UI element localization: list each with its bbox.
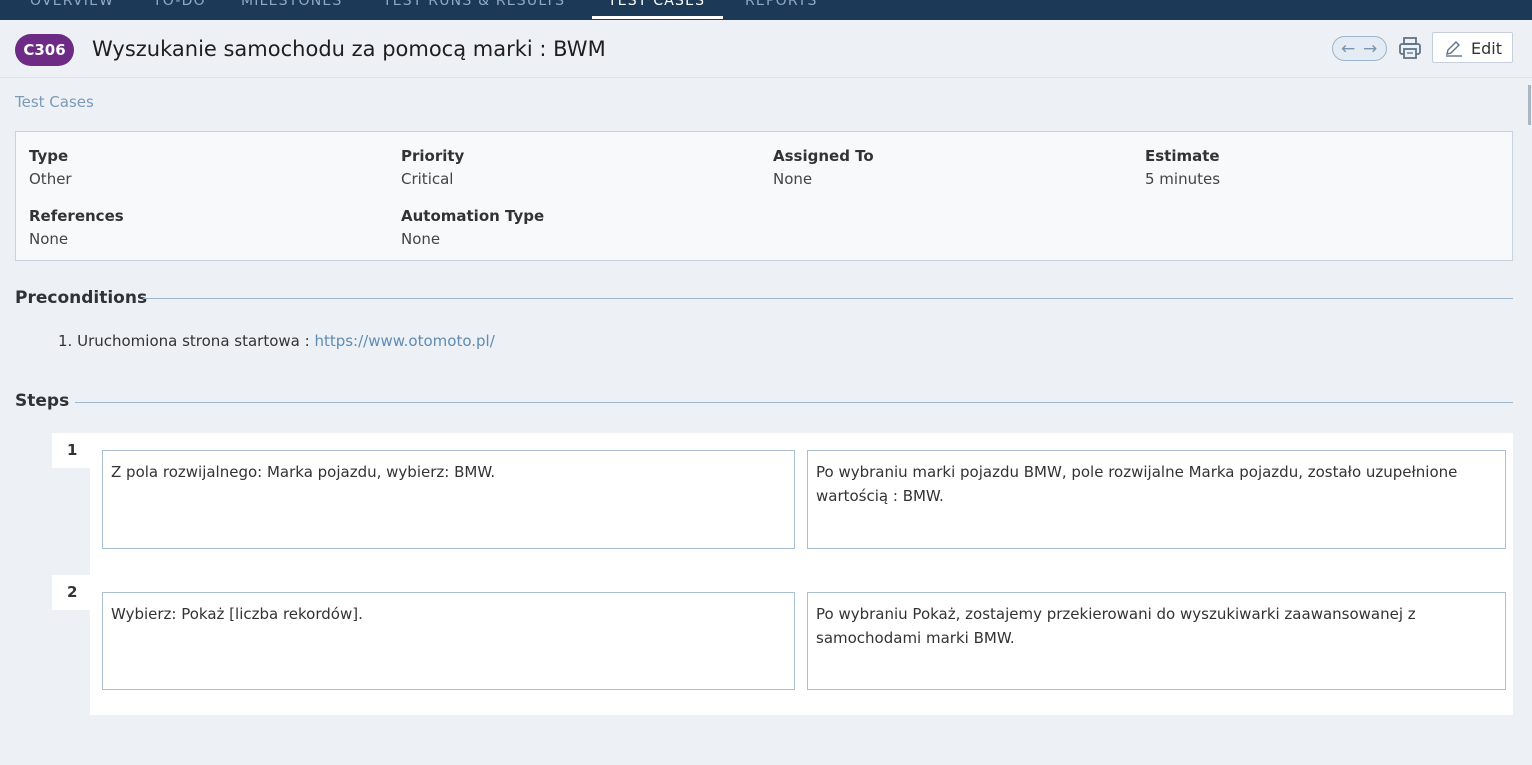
edit-button-label: Edit [1471, 39, 1502, 58]
step-content: Wybierz: Pokaż [liczba rekordów]. [102, 592, 795, 690]
tab-milestones[interactable]: MILESTONES [241, 0, 343, 9]
property-label: Assigned To [773, 147, 874, 165]
step-content: Z pola rozwijalnego: Marka pojazdu, wybi… [102, 450, 795, 549]
print-icon[interactable] [1398, 36, 1422, 62]
precondition-link[interactable]: https://www.otomoto.pl/ [314, 332, 494, 350]
property-assigned-to: Assigned To None [773, 147, 874, 188]
step-expected-result: Po wybraniu Pokaż, zostajemy przekierowa… [807, 592, 1506, 690]
tab-test-cases[interactable]: TEST CASES [608, 0, 705, 9]
arrow-right-icon[interactable]: → [1363, 38, 1377, 60]
top-navigation: OVERVIEW TO-DO MILESTONES TEST RUNS & RE… [0, 0, 1532, 20]
tab-test-runs-results[interactable]: TEST RUNS & RESULTS [383, 0, 565, 9]
property-value: 5 minutes [1145, 170, 1221, 188]
arrow-left-icon[interactable]: ← [1341, 38, 1355, 60]
section-divider [75, 402, 1513, 403]
step-number: 1 [52, 433, 90, 468]
edit-button[interactable]: Edit [1432, 32, 1513, 63]
property-value: None [29, 230, 69, 248]
tab-reports[interactable]: REPORTS [745, 0, 818, 9]
pencil-icon [1446, 41, 1462, 57]
property-automation-type: Automation Type None [401, 207, 544, 248]
precondition-number: 1. [58, 332, 73, 350]
step-expected-result: Po wybraniu marki pojazdu BMW, pole rozw… [807, 450, 1506, 549]
property-value: Critical [401, 170, 454, 188]
scrollbar[interactable] [1528, 85, 1531, 125]
tab-overview[interactable]: OVERVIEW [30, 0, 114, 9]
properties-panel: Type Other Priority Critical Assigned To… [15, 131, 1513, 261]
case-navigation: ← → [1332, 36, 1387, 61]
property-type: Type Other [29, 147, 72, 188]
steps-heading: Steps [15, 391, 70, 411]
property-value: None [773, 170, 813, 188]
breadcrumb[interactable]: Test Cases [15, 93, 94, 111]
case-header: C306 Wyszukanie samochodu za pomocą mark… [0, 20, 1532, 78]
section-divider [143, 298, 1513, 299]
active-tab-indicator [592, 16, 723, 19]
property-label: Type [29, 147, 69, 165]
preconditions-heading: Preconditions [15, 288, 148, 308]
property-priority: Priority Critical [401, 147, 464, 188]
property-label: Automation Type [401, 207, 545, 225]
property-value: Other [29, 170, 72, 188]
case-id-badge: C306 [15, 34, 74, 66]
property-label: Estimate [1145, 147, 1220, 165]
tab-todo[interactable]: TO-DO [153, 0, 206, 9]
step-number: 2 [52, 575, 90, 610]
property-label: References [29, 207, 124, 225]
property-value: None [401, 230, 441, 248]
precondition-item: 1. Uruchomiona strona startowa : https:/… [58, 332, 495, 350]
property-references: References None [29, 207, 124, 248]
page-title: Wyszukanie samochodu za pomocą marki : B… [92, 37, 606, 61]
property-estimate: Estimate 5 minutes [1145, 147, 1220, 188]
property-label: Priority [401, 147, 465, 165]
precondition-text: Uruchomiona strona startowa : [77, 332, 315, 350]
